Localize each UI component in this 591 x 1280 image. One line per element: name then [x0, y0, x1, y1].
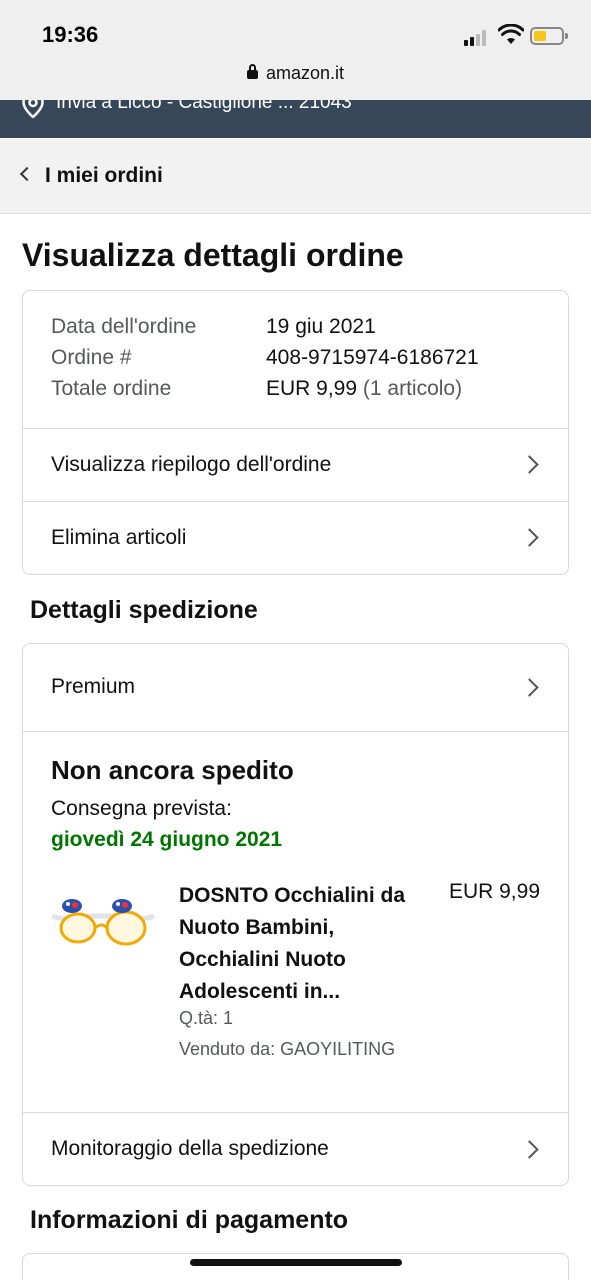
shipping-service-label: Premium	[51, 675, 136, 698]
view-order-summary-link[interactable]: Visualizza riepilogo dell'ordine	[23, 428, 568, 501]
battery-icon	[530, 27, 568, 45]
chevron-right-icon	[520, 1140, 539, 1159]
track-shipment-label: Monitoraggio della spedizione	[51, 1137, 329, 1160]
delete-items-link[interactable]: Elimina articoli	[23, 501, 568, 575]
shipment-card: Premium Non ancora spedito Consegna prev…	[22, 643, 569, 1186]
order-total-items: (1 articolo)	[362, 377, 463, 400]
lock-icon	[246, 64, 258, 79]
product-price: EUR 9,99	[448, 880, 540, 903]
shipping-section-title: Dettagli spedizione	[30, 596, 258, 624]
delete-items-label: Elimina articoli	[51, 526, 187, 549]
chevron-right-icon	[520, 528, 539, 547]
product-title-link[interactable]: DOSNTO Occhialini da Nuoto Bambini, Occh…	[179, 880, 419, 1008]
back-to-orders[interactable]: I miei ordini	[0, 139, 591, 214]
product-quantity: Q.tà: 1	[179, 1008, 234, 1028]
order-total-label: Totale ordine	[51, 377, 172, 400]
order-number-value: 408-9715974-6186721	[266, 346, 479, 369]
order-total-amount: EUR 9,99	[266, 377, 358, 400]
track-shipment-link[interactable]: Monitoraggio della spedizione	[23, 1112, 568, 1186]
delivery-location-text: Invia a Licco - Castiglione ... 21043	[56, 100, 352, 113]
page-title: Visualizza dettagli ordine	[22, 237, 404, 273]
delivery-location-bar[interactable]: Invia a Licco - Castiglione ... 21043	[0, 100, 591, 138]
order-date-value: 19 giu 2021	[266, 315, 376, 338]
chevron-right-icon	[520, 455, 539, 474]
status-bar: 19:36 amazon.it	[0, 0, 591, 100]
shipment-status: Non ancora spedito	[51, 755, 294, 785]
cellular-signal-icon	[464, 30, 490, 46]
home-indicator[interactable]	[190, 1259, 402, 1266]
order-summary-card: Data dell'ordine 19 giu 2021 Ordine # 40…	[22, 290, 569, 575]
back-label: I miei ordini	[45, 164, 163, 187]
order-total-value: EUR 9,99 (1 articolo)	[266, 377, 462, 401]
product-seller: Venduto da: GAOYILITING	[179, 1039, 396, 1059]
expected-delivery-label: Consegna prevista:	[51, 797, 232, 820]
wifi-icon	[498, 24, 524, 44]
view-order-summary-label: Visualizza riepilogo dell'ordine	[51, 453, 332, 476]
status-time: 19:36	[42, 22, 99, 47]
shipping-service-link[interactable]: Premium	[23, 644, 568, 731]
order-date-label: Data dell'ordine	[51, 315, 197, 338]
expected-delivery-date: giovedì 24 giugno 2021	[51, 828, 283, 851]
chevron-right-icon	[520, 678, 539, 697]
chevron-left-icon	[19, 166, 35, 182]
shipment-details: Non ancora spedito Consegna prevista: gi…	[23, 731, 568, 1112]
url-text: amazon.it	[265, 63, 345, 83]
location-pin-icon	[22, 100, 44, 118]
swim-goggles-image[interactable]	[48, 892, 158, 952]
url-bar[interactable]: amazon.it	[0, 63, 591, 84]
payment-card	[22, 1253, 569, 1280]
payment-section-title: Informazioni di pagamento	[30, 1206, 349, 1234]
order-number-label: Ordine #	[51, 346, 132, 369]
